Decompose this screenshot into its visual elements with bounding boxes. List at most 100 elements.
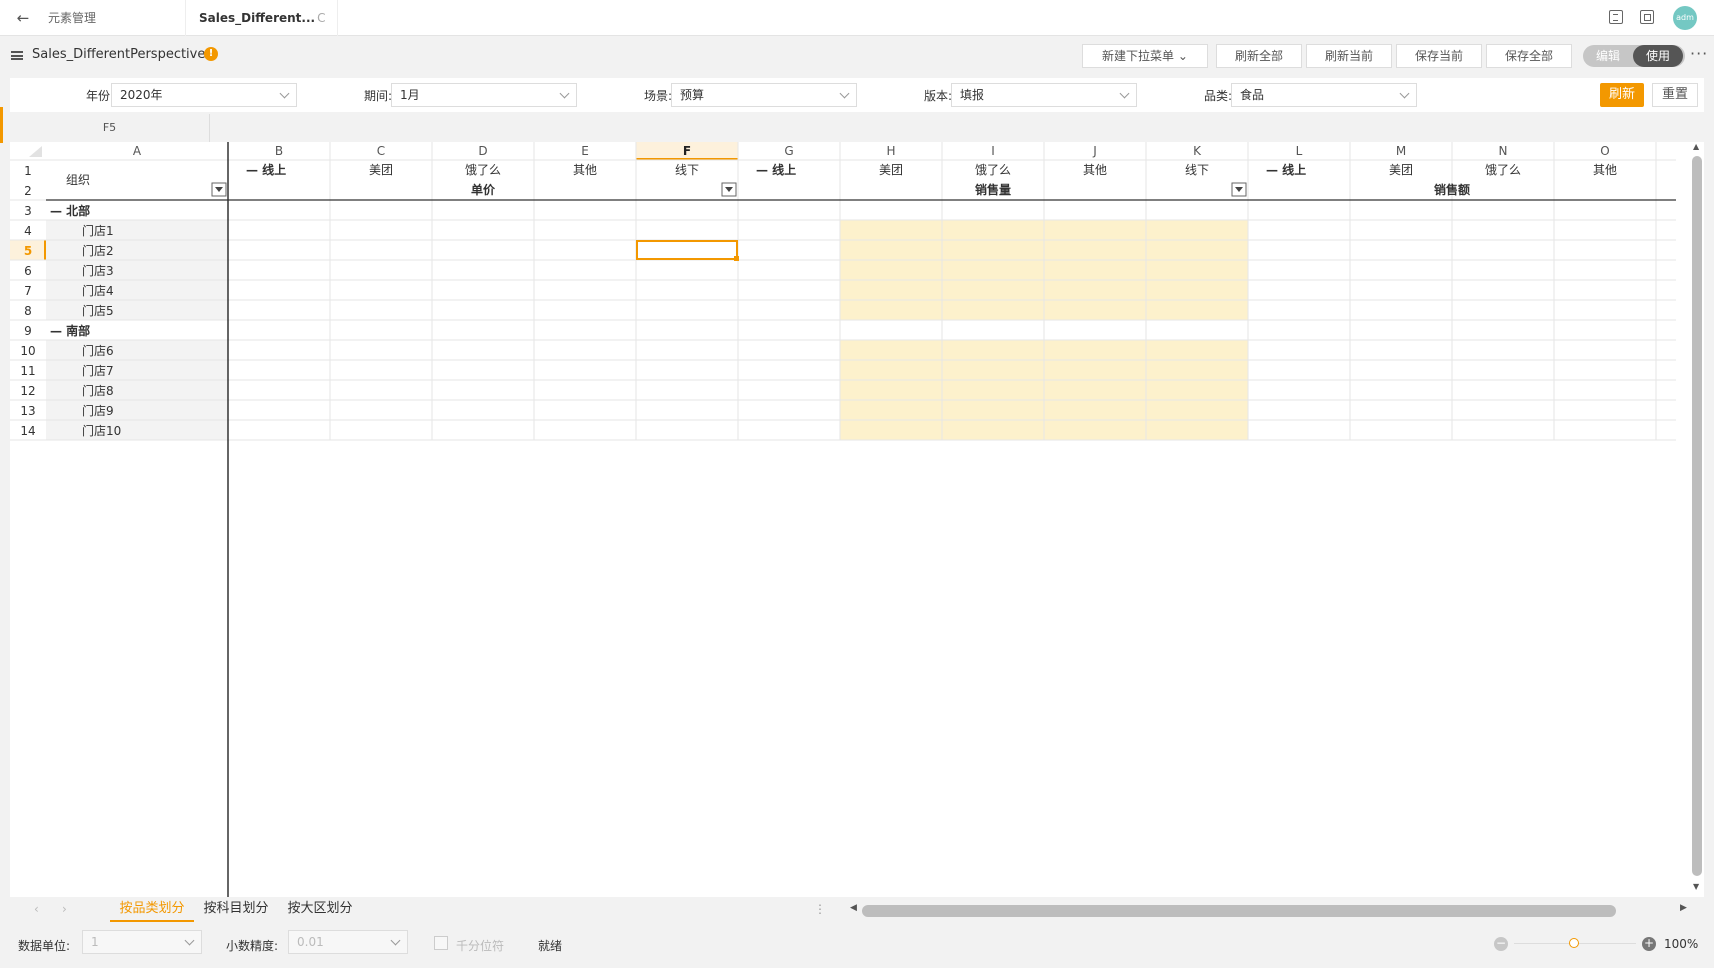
fill-handle[interactable] xyxy=(734,256,739,261)
select-value: 1 xyxy=(91,935,99,949)
vertical-scroll-thumb[interactable] xyxy=(1692,156,1702,876)
cell-reference[interactable]: F5 xyxy=(10,114,210,142)
filter-period-select[interactable]: 1月 xyxy=(391,83,577,107)
row-label: 门店8 xyxy=(82,383,114,398)
chevron-down-icon xyxy=(559,88,570,99)
zoom-slider-handle[interactable] xyxy=(1569,938,1579,948)
scroll-left-icon[interactable]: ◀ xyxy=(850,903,857,913)
column-header-g: G xyxy=(784,144,793,158)
prev-sheet-icon[interactable]: ‹ xyxy=(34,902,39,916)
precision-label: 小数精度: xyxy=(226,939,279,953)
avatar[interactable]: adm xyxy=(1673,6,1697,30)
filter-version-select[interactable]: 填报 xyxy=(951,83,1137,107)
reset-button[interactable]: 重置 xyxy=(1652,83,1698,107)
data-unit-select[interactable]: 1 xyxy=(82,930,202,954)
thousands-separator-label: 千分位符 xyxy=(456,939,505,953)
info-icon[interactable]: ! xyxy=(204,47,218,61)
filter-value: 1月 xyxy=(400,88,420,102)
more-icon[interactable]: ··· xyxy=(1690,44,1708,63)
column-header-i: I xyxy=(991,144,995,158)
row-number: 10 xyxy=(20,344,35,358)
refresh-spinner-icon: C xyxy=(317,11,326,25)
zoom-level: 100% xyxy=(1664,937,1699,951)
horizontal-scrollbar[interactable]: ◀ ▶ xyxy=(850,903,1690,917)
thousands-separator-checkbox[interactable] xyxy=(434,936,448,950)
sheet-tab-by-category[interactable]: 按品类划分 xyxy=(110,898,194,922)
filter-label-year: 年份: xyxy=(85,89,114,103)
column-header-cell: 饿了么 xyxy=(465,163,501,177)
column-header-j: J xyxy=(1092,144,1097,158)
precision-select[interactable]: 0.01 xyxy=(288,930,408,954)
spreadsheet-grid[interactable]: A B C D E F G H I J K L M N O1234567891011121314— 线上 美团… xyxy=(10,142,1690,897)
row-number: 6 xyxy=(24,264,32,278)
refresh-all-button[interactable]: 刷新全部 xyxy=(1216,44,1302,68)
column-header-k: K xyxy=(1193,144,1202,158)
column-header-c: C xyxy=(377,144,385,158)
active-cell[interactable] xyxy=(636,240,738,260)
status-bar: 数据单位: 1 小数精度: 0.01 千分位符 就绪 − + 100% xyxy=(10,926,1704,962)
spreadsheet[interactable]: A B C D E F G H I J K L M N O 1 2 3 4 5 6 7 8 9 10 11 12 13 14— 线上 美团… xyxy=(10,142,1704,897)
filter-label-scenario: 场景: xyxy=(643,89,672,103)
column-header-cell: 线下 xyxy=(675,163,699,177)
row-group-label: — 北部 xyxy=(50,203,90,218)
tab-label: 元素管理 xyxy=(48,11,97,25)
column-header-cell: 其他 xyxy=(1593,163,1617,177)
tab-sales-doc[interactable]: Sales_Different... C xyxy=(199,0,338,36)
org-header: 组织 xyxy=(66,173,90,187)
horizontal-scroll-thumb[interactable] xyxy=(862,905,1616,917)
refresh-button[interactable]: 刷新 xyxy=(1600,83,1644,107)
row-number: 12 xyxy=(20,384,35,398)
row-number: 9 xyxy=(24,324,32,338)
row-label: 门店6 xyxy=(82,343,114,358)
filter-label-version: 版本: xyxy=(923,89,952,103)
row-number: 7 xyxy=(24,284,32,298)
refresh-current-button[interactable]: 刷新当前 xyxy=(1306,44,1392,68)
measure-group-header: 单价 xyxy=(471,182,496,197)
menu-icon[interactable] xyxy=(11,51,23,60)
row-number: 5 xyxy=(24,244,32,258)
scroll-down-icon[interactable]: ▼ xyxy=(1693,882,1699,891)
select-value: 0.01 xyxy=(297,935,324,949)
sheet-tab-by-account[interactable]: 按科目划分 xyxy=(194,898,278,922)
top-bar: ← 元素管理 Sales_Different... C adm xyxy=(0,0,1714,36)
row-label: 门店5 xyxy=(82,303,114,318)
row-number: 1 xyxy=(24,164,32,178)
notes-icon[interactable] xyxy=(1609,10,1623,24)
filter-value: 食品 xyxy=(1240,88,1265,102)
next-sheet-icon[interactable]: › xyxy=(62,902,67,916)
chevron-down-icon xyxy=(390,935,401,946)
column-header-bar xyxy=(10,142,1690,160)
back-arrow-icon[interactable]: ← xyxy=(14,9,32,27)
status-text: 就绪 xyxy=(538,939,563,953)
formula-bar: F5 xyxy=(10,114,1704,142)
scroll-up-icon[interactable]: ▲ xyxy=(1693,142,1699,151)
filter-bar: 年份: 2020年 期间: 1月 场景: 预算 版本: 填报 品类: 食品 刷新… xyxy=(10,78,1704,112)
tab-element-management[interactable]: 元素管理 xyxy=(48,0,186,36)
column-group-header: — 线上 xyxy=(756,162,796,177)
column-header-m: M xyxy=(1396,144,1406,158)
column-header-cell: 线下 xyxy=(1185,163,1209,177)
zoom-in-icon[interactable]: + xyxy=(1642,937,1656,951)
save-current-button[interactable]: 保存当前 xyxy=(1396,44,1482,68)
zoom-out-icon[interactable]: − xyxy=(1494,937,1508,951)
chevron-down-icon xyxy=(279,88,290,99)
button-label: 新建下拉菜单 xyxy=(1102,49,1175,63)
vertical-scrollbar[interactable]: ▲ ▼ xyxy=(1690,142,1704,897)
mode-toggle[interactable]: 编辑 使用 xyxy=(1583,45,1685,67)
column-header-b: B xyxy=(275,144,283,158)
filter-year-select[interactable]: 2020年 xyxy=(111,83,297,107)
row-number: 8 xyxy=(24,304,32,318)
sheet-tab-by-region[interactable]: 按大区划分 xyxy=(278,898,362,922)
new-dropdown-menu-button[interactable]: 新建下拉菜单 ⌄ xyxy=(1082,44,1208,68)
filter-scenario-select[interactable]: 预算 xyxy=(671,83,857,107)
save-all-button[interactable]: 保存全部 xyxy=(1486,44,1572,68)
row-label: 门店3 xyxy=(82,263,114,278)
scroll-right-icon[interactable]: ▶ xyxy=(1680,903,1687,913)
mode-edit[interactable]: 编辑 xyxy=(1583,45,1633,67)
window-icon[interactable] xyxy=(1640,10,1654,24)
mode-use[interactable]: 使用 xyxy=(1633,45,1683,67)
splitter-icon[interactable]: ⋮ xyxy=(814,902,826,916)
filter-label-period: 期间: xyxy=(363,89,392,103)
column-header-o: O xyxy=(1600,144,1609,158)
filter-category-select[interactable]: 食品 xyxy=(1231,83,1417,107)
